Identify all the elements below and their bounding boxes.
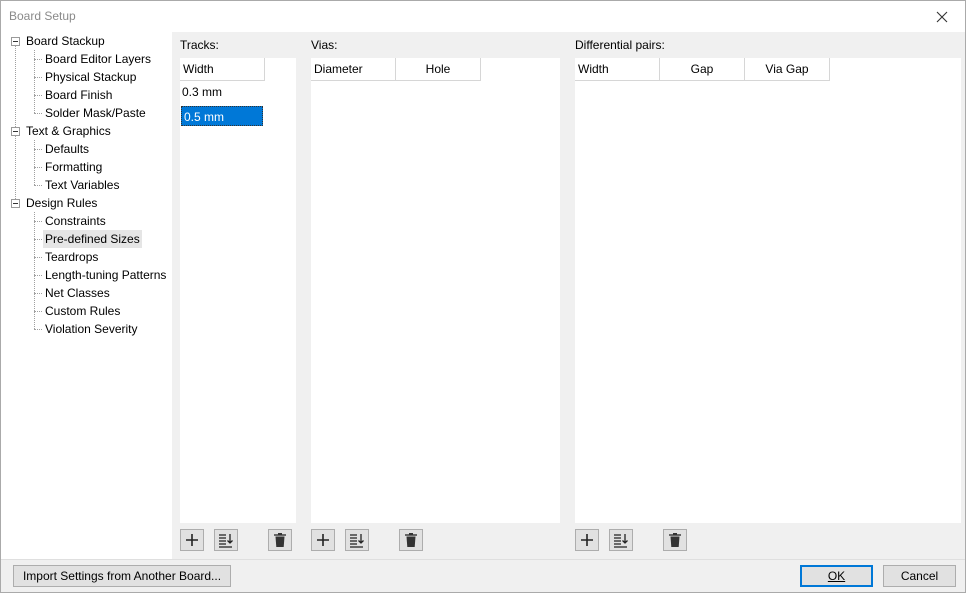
tree-item-length-tuning-patterns[interactable]: Length-tuning Patterns bbox=[43, 266, 168, 284]
tree-connector bbox=[34, 167, 42, 168]
settings-tree: Board Stackup Board Editor Layers Physic… bbox=[1, 32, 172, 559]
import-settings-button[interactable]: Import Settings from Another Board... bbox=[13, 565, 231, 587]
tree-connector bbox=[34, 77, 42, 78]
tree-item-text-variables[interactable]: Text Variables bbox=[43, 176, 121, 194]
vias-col-hole[interactable]: Hole bbox=[396, 58, 481, 81]
tree-item-physical-stackup[interactable]: Physical Stackup bbox=[43, 68, 138, 86]
sort-down-icon bbox=[219, 534, 233, 548]
tree-connector bbox=[34, 59, 42, 60]
diff-pairs-delete-button[interactable] bbox=[663, 529, 687, 551]
tree-item-pre-defined-sizes[interactable]: Pre-defined Sizes bbox=[43, 230, 142, 248]
title-bar: Board Setup bbox=[1, 1, 965, 32]
tree-connector bbox=[34, 293, 42, 294]
vias-add-button[interactable] bbox=[311, 529, 335, 551]
tree-connector bbox=[34, 275, 42, 276]
tracks-row[interactable]: 0.5 mm bbox=[181, 106, 263, 126]
diff-pairs-col-gap[interactable]: Gap bbox=[660, 58, 745, 81]
diff-pairs-col-width[interactable]: Width bbox=[575, 58, 660, 81]
tree-item-constraints[interactable]: Constraints bbox=[43, 212, 108, 230]
tree-connector bbox=[34, 239, 42, 240]
window-title: Board Setup bbox=[9, 9, 76, 23]
diff-pairs-col-via-gap[interactable]: Via Gap bbox=[745, 58, 830, 81]
tracks-grid[interactable]: Width 0.3 mm 0.5 mm bbox=[180, 58, 296, 523]
diff-pairs-add-button[interactable] bbox=[575, 529, 599, 551]
ok-button[interactable]: OK bbox=[800, 565, 873, 587]
diff-pairs-label: Differential pairs: bbox=[575, 38, 665, 52]
tracks-col-width[interactable]: Width bbox=[180, 58, 265, 81]
tree-group-design-rules[interactable]: Design Rules bbox=[24, 194, 99, 212]
tree-item-violation-severity[interactable]: Violation Severity bbox=[43, 320, 140, 338]
collapse-toggle-text-graphics[interactable] bbox=[11, 127, 20, 136]
vias-sort-button[interactable] bbox=[345, 529, 369, 551]
tracks-row[interactable]: 0.3 mm bbox=[180, 82, 264, 102]
tree-group-text-graphics[interactable]: Text & Graphics bbox=[24, 122, 113, 140]
tree-item-board-finish[interactable]: Board Finish bbox=[43, 86, 114, 104]
tree-connector bbox=[15, 45, 16, 203]
vias-label: Vias: bbox=[311, 38, 338, 52]
vias-delete-button[interactable] bbox=[399, 529, 423, 551]
trash-icon bbox=[274, 533, 286, 547]
cancel-label: Cancel bbox=[900, 569, 939, 583]
footer-separator bbox=[1, 559, 965, 560]
tree-item-net-classes[interactable]: Net Classes bbox=[43, 284, 112, 302]
tree-connector bbox=[34, 140, 35, 185]
tree-item-defaults[interactable]: Defaults bbox=[43, 140, 91, 158]
tree-connector bbox=[34, 149, 42, 150]
tree-connector bbox=[34, 329, 42, 330]
sort-down-icon bbox=[350, 534, 364, 548]
ok-label: OK bbox=[827, 569, 846, 583]
trash-icon bbox=[669, 533, 681, 547]
tracks-add-button[interactable] bbox=[180, 529, 204, 551]
collapse-toggle-board-stackup[interactable] bbox=[11, 37, 20, 46]
tree-connector bbox=[34, 311, 42, 312]
tree-group-board-stackup[interactable]: Board Stackup bbox=[24, 32, 107, 50]
tree-item-custom-rules[interactable]: Custom Rules bbox=[43, 302, 122, 320]
tree-item-formatting[interactable]: Formatting bbox=[43, 158, 104, 176]
close-button[interactable] bbox=[919, 1, 965, 32]
tree-connector bbox=[34, 221, 42, 222]
vias-grid[interactable]: Diameter Hole bbox=[311, 58, 560, 523]
tree-item-board-editor-layers[interactable]: Board Editor Layers bbox=[43, 50, 153, 68]
tree-connector bbox=[34, 257, 42, 258]
import-settings-label: Import Settings from Another Board... bbox=[22, 569, 222, 583]
plus-icon bbox=[186, 534, 198, 546]
tree-item-teardrops[interactable]: Teardrops bbox=[43, 248, 100, 266]
plus-icon bbox=[581, 534, 593, 546]
tree-item-solder-mask-paste[interactable]: Solder Mask/Paste bbox=[43, 104, 148, 122]
board-setup-dialog: Board Setup Board Stackup Board Editor L… bbox=[0, 0, 966, 593]
diff-pairs-sort-button[interactable] bbox=[609, 529, 633, 551]
sort-down-icon bbox=[614, 534, 628, 548]
tree-connector bbox=[34, 95, 42, 96]
cancel-button[interactable]: Cancel bbox=[883, 565, 956, 587]
plus-icon bbox=[317, 534, 329, 546]
tracks-label: Tracks: bbox=[180, 38, 219, 52]
collapse-toggle-design-rules[interactable] bbox=[11, 199, 20, 208]
diff-pairs-grid[interactable]: Width Gap Via Gap bbox=[575, 58, 961, 523]
tree-connector bbox=[34, 185, 42, 186]
vias-col-diameter[interactable]: Diameter bbox=[311, 58, 396, 81]
tree-connector bbox=[34, 113, 42, 114]
tracks-delete-button[interactable] bbox=[268, 529, 292, 551]
tracks-sort-button[interactable] bbox=[214, 529, 238, 551]
close-icon bbox=[936, 11, 948, 22]
trash-icon bbox=[405, 533, 417, 547]
predefined-sizes-panel: Tracks: Width 0.3 mm 0.5 mm Vias: Diamet… bbox=[172, 32, 965, 559]
